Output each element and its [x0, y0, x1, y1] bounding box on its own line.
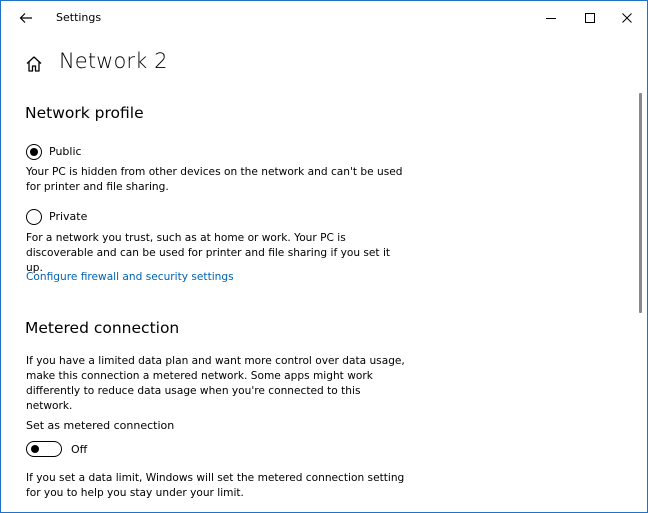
metered-connection-heading: Metered connection [25, 319, 180, 337]
settings-content: Network 2 Network profile Public Your PC… [1, 35, 647, 512]
home-icon[interactable] [25, 55, 43, 73]
close-icon [622, 13, 632, 23]
firewall-settings-link[interactable]: Configure firewall and security settings [26, 271, 234, 283]
toggle-knob [31, 445, 39, 453]
public-description: Your PC is hidden from other devices on … [26, 165, 406, 195]
data-limit-note-line: If you set a data limit, Windows will se… [26, 472, 405, 484]
title-bar: Settings [1, 1, 647, 35]
metered-toggle-label: Set as metered connection [26, 419, 175, 432]
metered-intro-line: make this connection a metered network. … [26, 370, 373, 382]
vertical-scrollbar[interactable] [639, 93, 642, 313]
data-limit-note: If you set a data limit, Windows will se… [26, 471, 406, 501]
private-radio[interactable] [26, 209, 42, 225]
data-limit-note-line: for you to help you stay under your limi… [26, 487, 244, 499]
maximize-icon [585, 13, 595, 23]
minimize-icon [546, 18, 556, 19]
back-arrow-icon [19, 13, 32, 23]
minimize-button[interactable] [531, 4, 571, 32]
radio-selected-dot [30, 148, 38, 156]
metered-toggle-state: Off [71, 443, 88, 456]
settings-window: Settings Network 2 Network profile Publi [0, 0, 648, 513]
page-title: Network 2 [59, 49, 168, 73]
network-profile-heading: Network profile [25, 104, 144, 122]
public-description-line: for printer and file sharing. [26, 181, 169, 193]
back-button[interactable] [11, 5, 41, 31]
metered-intro: If you have a limited data plan and want… [26, 354, 406, 414]
metered-intro-line: differently to reduce data usage when yo… [26, 385, 361, 412]
close-button[interactable] [607, 4, 647, 32]
metered-toggle[interactable] [26, 441, 62, 457]
public-description-line: Your PC is hidden from other devices on … [26, 166, 403, 178]
public-radio[interactable] [26, 144, 42, 160]
window-title: Settings [56, 11, 102, 24]
private-radio-label[interactable]: Private [49, 210, 87, 223]
public-radio-label[interactable]: Public [49, 145, 82, 158]
private-description: For a network you trust, such as at home… [26, 231, 406, 276]
private-description-line: For a network you trust, such as at home… [26, 232, 346, 244]
maximize-button[interactable] [570, 4, 610, 32]
metered-intro-line: If you have a limited data plan and want… [26, 355, 405, 367]
